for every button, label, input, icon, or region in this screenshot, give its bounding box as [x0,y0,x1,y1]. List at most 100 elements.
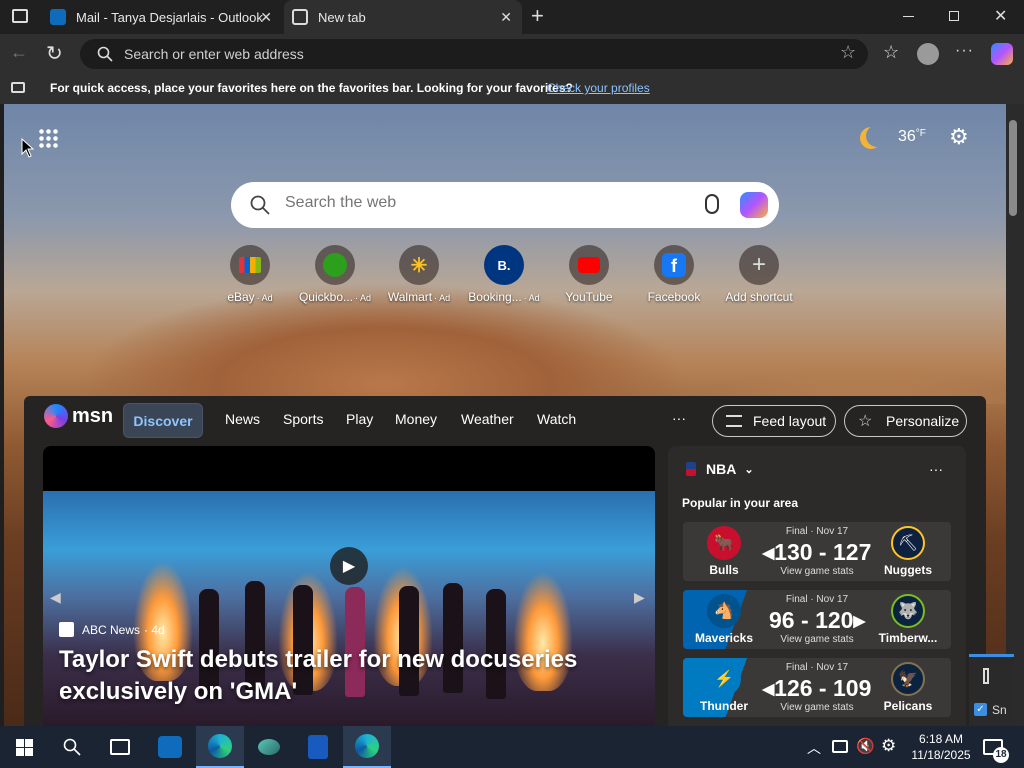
tab-actions-icon[interactable] [12,9,28,23]
tab-money[interactable]: Money [395,411,437,427]
profile-avatar[interactable] [917,43,939,65]
task-view-button[interactable] [96,726,144,768]
close-tab-icon[interactable]: ✕ [500,9,512,26]
shortcut-ebay[interactable]: eBay · Ad [208,245,292,305]
game-card[interactable]: 🐂 ⛏ Final · Nov 17 ◂130 - 127 View game … [683,522,951,581]
personalize-label: Personalize [886,413,960,429]
settings-gear-icon[interactable]: ⚙ [881,736,896,756]
more-options-icon[interactable]: ··· [955,42,974,60]
game-card[interactable]: 🐴 🐺 Final · Nov 17 96 - 120▸ View game s… [683,590,951,649]
volume-muted-icon[interactable]: 🔇 [856,737,875,755]
sliders-icon [726,415,742,427]
feed-layout-button[interactable]: Feed layout [712,405,836,437]
web-search-box[interactable] [231,182,779,228]
carousel-prev-icon[interactable]: ◀ [50,589,61,606]
tab-new-tab[interactable]: New tab ✕ [284,0,522,34]
shortcut-booking[interactable]: B. Booking... · Ad [462,245,546,305]
taskbar-word[interactable] [294,726,342,768]
favorites-icon[interactable]: ☆ [883,42,899,63]
tab-sports[interactable]: Sports [283,411,323,427]
home-score: 126 [774,675,813,701]
weather-temp[interactable]: 36°F [898,128,926,146]
web-search-input[interactable] [285,194,685,212]
game-card[interactable]: ⚡ 🦅 Final · Nov 17 ◂126 - 109 View game … [683,658,951,717]
shortcut-quickbooks[interactable]: Quickbo... · Ad [293,245,377,305]
back-arrow-icon[interactable]: ← [10,42,28,63]
minimize-icon[interactable] [903,16,914,17]
close-tab-icon[interactable]: ✕ [260,9,272,26]
msn-butterfly-icon [44,404,68,428]
more-menu-icon[interactable]: ··· [672,410,686,426]
show-hidden-icons[interactable]: ︿ [807,738,821,758]
restore-icon[interactable] [949,11,959,21]
taskbar-edge-2[interactable] [343,726,391,768]
copilot-icon[interactable] [991,43,1013,65]
shortcut-label: eBay [227,290,255,304]
story-source[interactable]: ABC News · 4d [59,622,165,637]
apps-grid-icon[interactable] [38,128,58,148]
tab-play[interactable]: Play [346,411,373,427]
start-button[interactable] [0,726,48,768]
close-window-icon[interactable]: ✕ [994,6,1007,26]
widget-label: Sn [992,703,1007,717]
side-widget[interactable]: ✓ Sn [969,654,1014,726]
home-team: Thunder [700,699,748,713]
hero-headline[interactable]: Taylor Swift debuts trailer for new docu… [59,644,619,708]
favorite-star-icon[interactable]: ☆ [840,42,856,63]
settings-gear-icon[interactable]: ⚙ [949,124,969,150]
play-button-icon[interactable]: ▶ [330,547,368,585]
shortcut-label: Booking... [468,290,522,304]
story-age: · 4d [144,622,165,637]
shortcut-label: YouTube [565,290,613,304]
search-button[interactable] [48,726,96,768]
tab-watch[interactable]: Watch [537,411,576,427]
microphone-icon[interactable] [705,194,719,214]
tab-discover[interactable]: Discover [123,403,203,438]
search-icon [250,195,270,215]
address-bar[interactable]: Search or enter web address [80,39,868,69]
away-score: 109 [833,675,872,701]
favorites-bar: For quick access, place your favorites h… [0,74,1024,104]
new-tab-plus-icon[interactable]: + [531,3,544,29]
copilot-search-icon[interactable] [740,192,768,218]
nba-dropdown[interactable]: NBA ⌄ [686,461,754,477]
shortcut-add[interactable]: + Add shortcut [717,245,801,305]
notifications-button[interactable]: 18 [983,739,1009,763]
game-score: ◂130 - 127 [762,539,872,565]
game-status: Final · Nov 17 [785,594,849,605]
favorites-bar-message: For quick access, place your favorites h… [50,81,573,95]
tab-weather[interactable]: Weather [461,411,514,427]
carousel-next-icon[interactable]: ▶ [634,589,645,606]
tab-news[interactable]: News [225,411,260,427]
game-status: Final · Nov 17 [785,526,849,537]
notification-count: 18 [993,747,1009,763]
tab-title: Mail - Tanya Desjarlais - Outlook [76,9,263,25]
taskbar-app[interactable] [245,726,293,768]
favorites-bar-icon [11,82,25,93]
nba-more-icon[interactable]: ··· [929,461,943,477]
taskbar-outlook[interactable] [146,726,194,768]
moon-icon [866,125,888,147]
shortcut-walmart[interactable]: ✳ Walmart · Ad [377,245,461,305]
windows-logo-icon [15,738,33,756]
personalize-button[interactable]: ☆ Personalize [844,405,967,437]
msn-logo[interactable]: msn [44,404,113,428]
scrollbar-thumb[interactable] [1009,120,1017,216]
away-team: Nuggets [884,563,932,577]
taskbar-clock[interactable]: 6:18 AM 11/18/2025 [905,731,977,763]
shortcut-youtube[interactable]: YouTube [547,245,631,305]
checkbox-icon[interactable]: ✓ [974,703,987,716]
tab-outlook-mail[interactable]: Mail - Tanya Desjarlais - Outlook ✕ [42,0,282,34]
quickbooks-icon [315,245,355,285]
shortcut-facebook[interactable]: f Facebook [632,245,716,305]
taskbar-edge[interactable] [196,726,244,768]
ebay-icon [230,245,270,285]
shortcut-label: Walmart [387,290,433,304]
refresh-icon[interactable]: ↻ [46,41,63,66]
check-profiles-link[interactable]: Check your profiles [547,81,650,95]
edge-icon [355,734,379,758]
booking-icon: B. [484,245,524,285]
home-score: 96 [769,607,795,633]
network-icon[interactable] [832,740,848,753]
away-team: Pelicans [883,699,933,713]
